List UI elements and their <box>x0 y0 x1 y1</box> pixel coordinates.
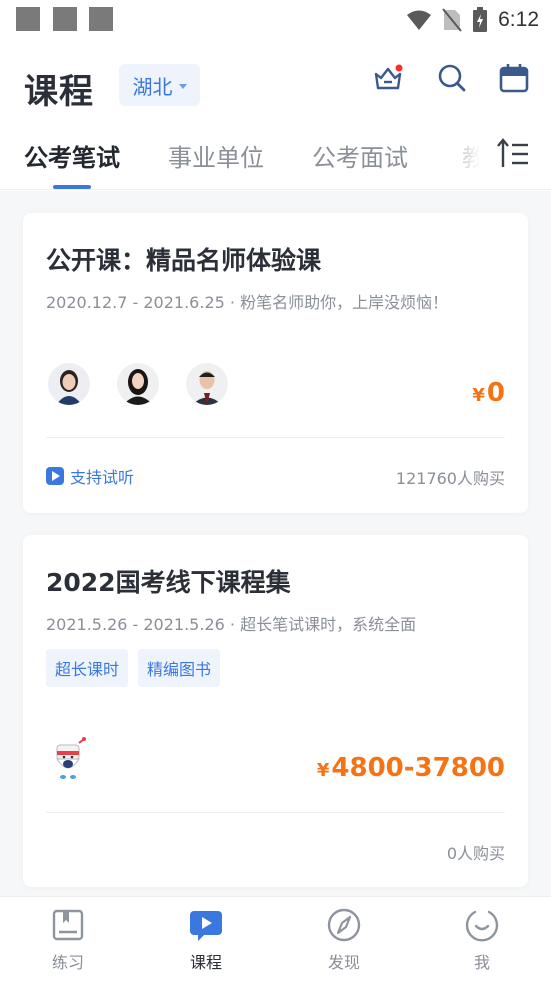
course-subtitle: 2020.12.7 - 2021.6.25 · 粉笔名师助你，上岸没烦恼！ <box>46 293 449 312</box>
clock: 6:12 <box>498 8 539 31</box>
app-header: 课程 湖北 <box>0 40 551 140</box>
teacher-avatar <box>186 363 228 405</box>
compass-icon <box>327 908 361 942</box>
mascot-icon <box>51 737 87 781</box>
nav-label: 课程 <box>189 953 222 972</box>
sort-icon[interactable] <box>495 136 531 172</box>
active-tab-indicator <box>53 185 91 189</box>
divider <box>46 437 505 438</box>
crown-icon[interactable] <box>372 62 404 94</box>
tab-public-institution[interactable]: 事业单位 <box>168 138 264 173</box>
tab-written-exam[interactable]: 公考笔试 <box>24 138 120 173</box>
search-icon[interactable] <box>436 62 468 94</box>
course-title: 公开课：精品名师体验课 <box>46 246 322 275</box>
smile-icon <box>465 910 499 942</box>
tab-interview[interactable]: 公考面试 <box>312 138 408 173</box>
course-subtitle: 2021.5.26 - 2021.5.26 · 超长笔试课时，系统全面 <box>46 615 417 634</box>
course-price: ¥ 0 <box>472 378 505 408</box>
notification-dot <box>395 64 403 72</box>
notification-icon <box>89 7 113 31</box>
play-icon <box>46 467 64 485</box>
nav-label: 练习 <box>51 953 84 972</box>
battery-icon <box>473 7 488 32</box>
course-tag: 超长课时 <box>46 649 129 687</box>
page-title: 课程 <box>24 72 94 112</box>
course-card[interactable]: 公开课：精品名师体验课 2020.12.7 - 2021.6.25 · 粉笔名师… <box>23 213 528 513</box>
notification-icon <box>16 7 40 31</box>
category-tabs: 公考笔试 事业单位 公考面试 教 <box>0 130 551 190</box>
no-sim-icon <box>442 8 462 32</box>
course-card[interactable]: 2022国考线下课程集 2021.5.26 - 2021.5.26 · 超长笔试… <box>23 535 528 887</box>
divider <box>46 812 505 813</box>
nav-label: 发现 <box>327 953 360 972</box>
course-title: 2022国考线下课程集 <box>46 568 291 597</box>
buy-count: 0人购买 <box>446 844 505 863</box>
nav-discover[interactable]: 发现 <box>304 907 384 973</box>
trial-label: 支持试听 <box>70 468 135 487</box>
course-list: 公开课：精品名师体验课 2020.12.7 - 2021.6.25 · 粉笔名师… <box>0 191 551 896</box>
bottom-nav: 练习 课程 发现 我 <box>0 896 551 981</box>
nav-label: 我 <box>473 953 490 972</box>
caret-down-icon <box>178 83 187 89</box>
play-icon <box>190 911 222 941</box>
buy-count: 121760人购买 <box>395 469 505 488</box>
nav-practice[interactable]: 练习 <box>28 907 108 973</box>
nav-me[interactable]: 我 <box>442 907 522 973</box>
notification-icon <box>53 7 77 31</box>
wifi-icon <box>407 10 432 30</box>
teacher-avatar <box>48 363 90 405</box>
book-icon <box>52 909 84 941</box>
course-tag: 精编图书 <box>138 649 221 687</box>
nav-course[interactable]: 课程 <box>166 907 246 973</box>
trial-badge: 支持试听 <box>46 464 134 488</box>
region-label: 湖北 <box>132 74 173 99</box>
region-selector[interactable]: 湖北 <box>119 64 200 106</box>
calendar-icon[interactable] <box>498 62 530 94</box>
teacher-avatar <box>117 363 159 405</box>
status-bar: 6:12 <box>0 0 551 40</box>
course-price: ¥ 4800-37800 <box>316 753 505 783</box>
